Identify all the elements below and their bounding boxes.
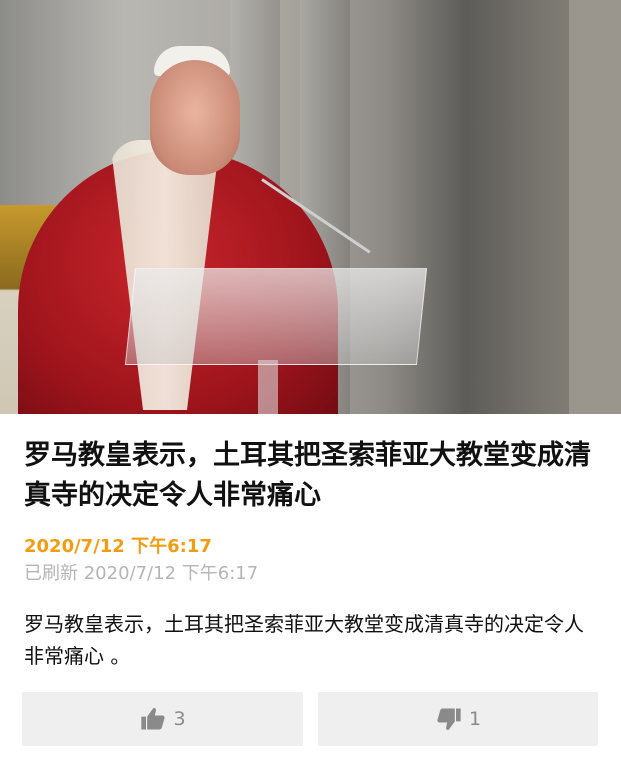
article-summary: 罗马教皇表示，土耳其把圣索菲亚大教堂变成清真寺的决定令人非常痛心 。 — [24, 612, 584, 668]
published-timestamp: 2020/7/12 下午6:17 — [24, 536, 212, 557]
thumbs-down-icon — [435, 705, 463, 733]
speaker-head — [150, 60, 240, 175]
glass-lectern — [124, 268, 428, 365]
hero-image — [0, 0, 621, 414]
dislike-button[interactable]: 1 — [318, 692, 598, 746]
like-count: 3 — [173, 708, 186, 730]
refreshed-timestamp: 已刷新 2020/7/12 下午6:17 — [24, 563, 259, 584]
article-headline: 罗马教皇表示，土耳其把圣索菲亚大教堂变成清真寺的决定令人非常痛心 — [24, 440, 591, 511]
like-button[interactable]: 3 — [22, 692, 303, 746]
dislike-count: 1 — [468, 708, 482, 730]
lectern-stem — [258, 360, 278, 414]
stone-inscription — [569, 0, 621, 414]
thumbs-up-icon — [139, 705, 167, 733]
